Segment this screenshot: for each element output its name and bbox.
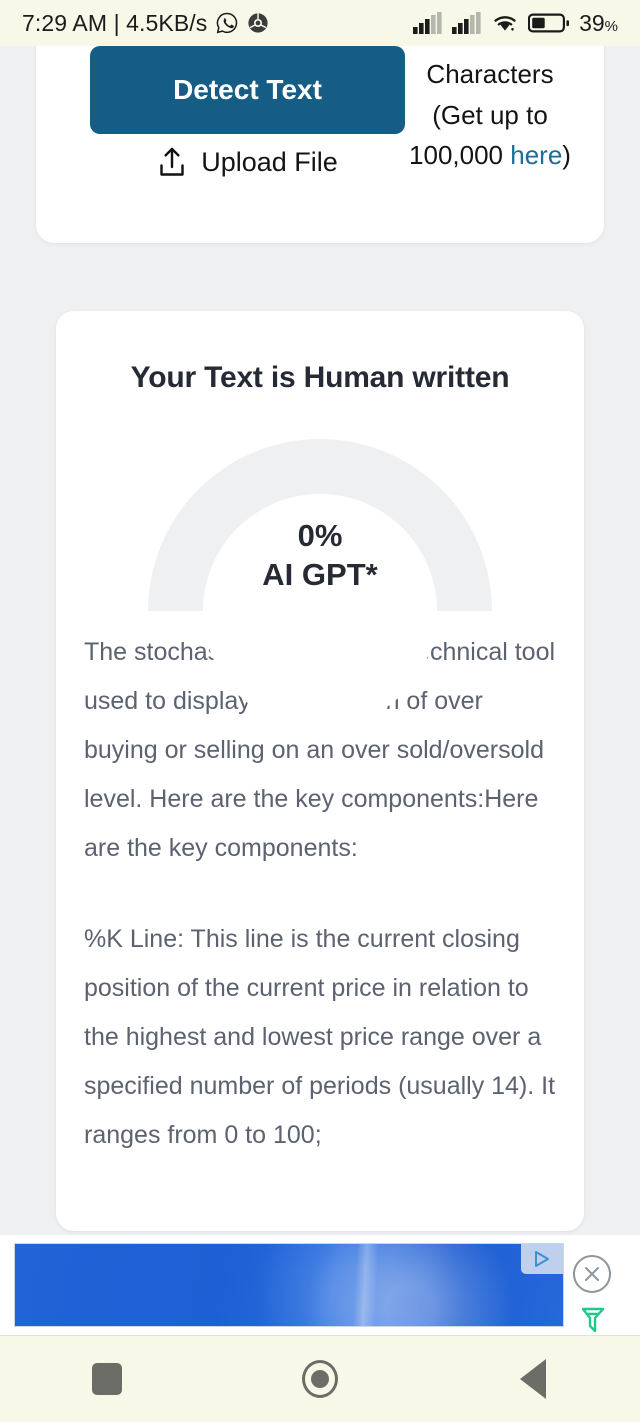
- recents-square-shape: [91, 1363, 122, 1395]
- gauge-text: 0% AI GPT*: [56, 517, 584, 595]
- detect-card: Detect Text Upload File Characters (Get …: [36, 46, 604, 243]
- status-bar-left: 7:29 AM | 4.5KB/s: [22, 10, 269, 37]
- gauge-model-label: AI GPT*: [262, 556, 378, 592]
- battery-icon: [528, 12, 570, 34]
- wifi-icon: [491, 12, 519, 34]
- page-scroll-area[interactable]: Detect Text Upload File Characters (Get …: [0, 46, 640, 1235]
- battery-percent: 39%: [579, 10, 618, 37]
- result-card: Your Text is Human written 0% AI GPT* Th…: [56, 311, 584, 1231]
- result-title: Your Text is Human written: [130, 361, 510, 394]
- signal-bars-icon: [413, 12, 443, 34]
- adchoices-icon[interactable]: [521, 1244, 563, 1274]
- battery-percent-value: 39: [579, 9, 605, 36]
- ad-image-highlight: [352, 1244, 380, 1326]
- back-triangle-shape: [520, 1359, 547, 1399]
- home-circle-shape: [301, 1360, 338, 1398]
- ad-close-icon[interactable]: [573, 1255, 611, 1293]
- status-clock: 7:29 AM | 4.5KB/s: [22, 9, 208, 36]
- characters-note: Characters (Get up to 100,000 here): [400, 54, 580, 176]
- upload-icon: [157, 146, 187, 178]
- android-nav-bar: [0, 1335, 640, 1422]
- upload-file-label: Upload File: [201, 146, 338, 177]
- whatsapp-icon: [215, 11, 239, 35]
- battery-percent-symbol: %: [604, 17, 618, 35]
- chrome-icon: [247, 12, 269, 34]
- ai-score-gauge: 0% AI GPT*: [56, 439, 584, 728]
- ad-zone: [0, 1235, 640, 1335]
- back-triangle-icon[interactable]: [473, 1336, 593, 1422]
- recents-square-icon[interactable]: [47, 1336, 167, 1422]
- detect-text-button[interactable]: Detect Text: [90, 46, 405, 134]
- detect-card-inner: Detect Text Upload File Characters (Get …: [36, 46, 604, 243]
- freestar-funnel-icon[interactable]: [578, 1305, 608, 1335]
- result-paragraph: %K Line: This line is the current closin…: [84, 925, 556, 1149]
- get-characters-link[interactable]: here: [510, 140, 562, 170]
- status-bar-right: 39%: [413, 10, 618, 37]
- signal-bars-icon: [452, 12, 482, 34]
- characters-note-suffix: ): [562, 140, 571, 171]
- status-bar: 7:29 AM | 4.5KB/s 39%: [0, 0, 640, 46]
- ad-banner[interactable]: [14, 1243, 564, 1327]
- home-circle-icon[interactable]: [260, 1336, 380, 1422]
- upload-file-button[interactable]: Upload File: [90, 146, 405, 178]
- gauge-percent-value: 0%: [297, 518, 343, 553]
